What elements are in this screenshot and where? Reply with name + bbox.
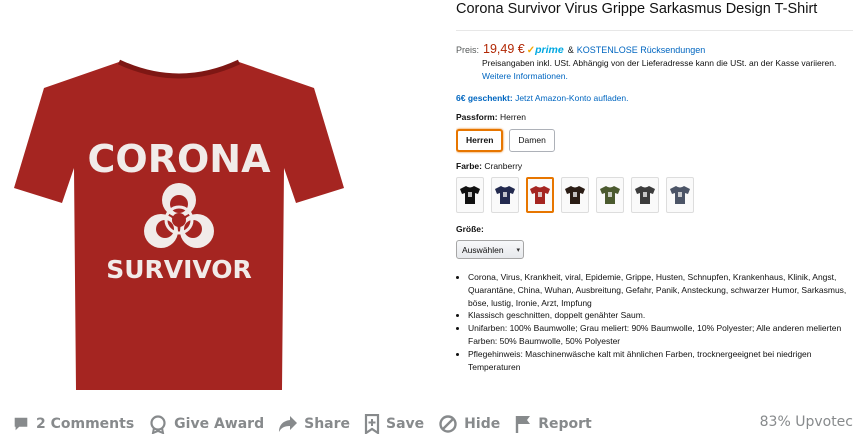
feature-bullet: Unifarben: 100% Baumwolle; Grau meliert:… — [468, 322, 853, 348]
hide-button[interactable]: Hide — [438, 414, 500, 434]
share-label: Share — [304, 416, 351, 432]
price-note-text: Preisangaben inkl. USt. Abhängig von der… — [482, 58, 837, 68]
upvote-ratio: 83% Upvotec — [759, 414, 853, 430]
amp-text: & — [567, 45, 574, 55]
award-icon — [150, 415, 166, 434]
tshirt-icon — [600, 186, 620, 204]
color-swatch[interactable] — [666, 177, 694, 213]
share-button[interactable]: Share — [278, 415, 350, 433]
tshirt-icon — [670, 186, 690, 204]
shirt-text-corona: CORONA — [88, 137, 272, 181]
color-label-row: Farbe: Cranberry — [456, 161, 853, 171]
comments-button[interactable]: 2 Comments — [12, 415, 134, 433]
chevron-down-icon: ▾ — [516, 246, 520, 254]
more-info-link[interactable]: Weitere Informationen. — [482, 71, 568, 81]
comment-icon — [14, 417, 28, 431]
color-swatch[interactable] — [561, 177, 589, 213]
tshirt-icon — [565, 186, 585, 204]
give-award-label: Give Award — [174, 416, 265, 432]
feature-bullet: Corona, Virus, Krankheit, viral, Epidemi… — [468, 271, 853, 309]
gift-row: 6€ geschenkt: Jetzt Amazon-Konto auflade… — [456, 93, 853, 103]
color-swatch[interactable] — [631, 177, 659, 213]
divider — [456, 30, 853, 31]
tshirt-icon — [635, 186, 655, 204]
hide-label: Hide — [464, 416, 501, 432]
fit-label-row: Passform: Herren — [456, 112, 853, 122]
fit-value: Herren — [499, 112, 526, 122]
product-title: Corona Survivor Virus Grippe Sarkasmus D… — [456, 1, 818, 17]
post-action-bar: 2 Comments Give Award Share Save Hide Re… — [0, 400, 853, 448]
fit-options: Herren Damen — [456, 129, 853, 152]
fit-option-damen[interactable]: Damen — [509, 129, 555, 152]
save-button[interactable]: Save — [364, 414, 424, 434]
prime-logo: prime — [535, 44, 564, 56]
gift-link[interactable]: Jetzt Amazon-Konto aufladen. — [515, 93, 628, 103]
color-swatch[interactable] — [526, 177, 554, 213]
tshirt-icon — [530, 186, 550, 204]
hide-icon — [439, 415, 457, 433]
gift-bold: 6€ geschenkt: — [456, 93, 513, 103]
save-label: Save — [386, 416, 425, 432]
bookmark-icon — [364, 414, 380, 434]
tshirt-icon — [495, 186, 515, 204]
share-icon — [279, 416, 298, 432]
price-value: 19,49 € — [483, 42, 525, 56]
product-details: Corona Survivor Virus Grippe Sarkasmus D… — [456, 0, 853, 400]
feature-bullet: Klassisch geschnitten, doppelt genähter … — [468, 309, 853, 322]
size-select-value: Auswählen — [462, 244, 504, 255]
product-image[interactable]: CORONA SURVIVOR — [0, 0, 440, 400]
price-row: Preis: 19,49 € ✓ prime & KOSTENLOSE Rück… — [456, 43, 853, 57]
fit-label: Passform: — [456, 112, 498, 122]
price-label: Preis: — [456, 45, 480, 55]
size-label-row: Größe: — [456, 224, 853, 234]
color-swatch[interactable] — [456, 177, 484, 213]
fit-option-herren[interactable]: Herren — [456, 129, 504, 152]
shirt-text-survivor: SURVIVOR — [106, 255, 252, 284]
color-label: Farbe: — [456, 161, 482, 171]
color-swatch[interactable] — [491, 177, 519, 213]
free-returns-link[interactable]: KOSTENLOSE Rücksendungen — [577, 44, 706, 57]
tshirt-graphic: CORONA SURVIVOR — [14, 59, 344, 390]
report-button[interactable]: Report — [514, 414, 592, 434]
report-label: Report — [538, 416, 592, 432]
comments-label: 2 Comments — [36, 416, 135, 432]
tshirt-icon — [460, 186, 480, 204]
size-label: Größe: — [456, 224, 484, 234]
color-swatch[interactable] — [596, 177, 624, 213]
color-value: Cranberry — [484, 161, 523, 171]
color-swatches — [456, 177, 853, 213]
prime-check-icon: ✓ — [526, 45, 536, 56]
feature-bullet: Pflegehinweis: Maschinenwäsche kalt mit … — [468, 348, 853, 374]
feature-bullets: Corona, Virus, Krankheit, viral, Epidemi… — [468, 271, 853, 373]
give-award-button[interactable]: Give Award — [148, 414, 264, 434]
flag-icon — [516, 416, 531, 433]
size-select[interactable]: Auswählen ▾ — [456, 240, 524, 259]
price-note: Preisangaben inkl. USt. Abhängig von der… — [482, 57, 853, 83]
